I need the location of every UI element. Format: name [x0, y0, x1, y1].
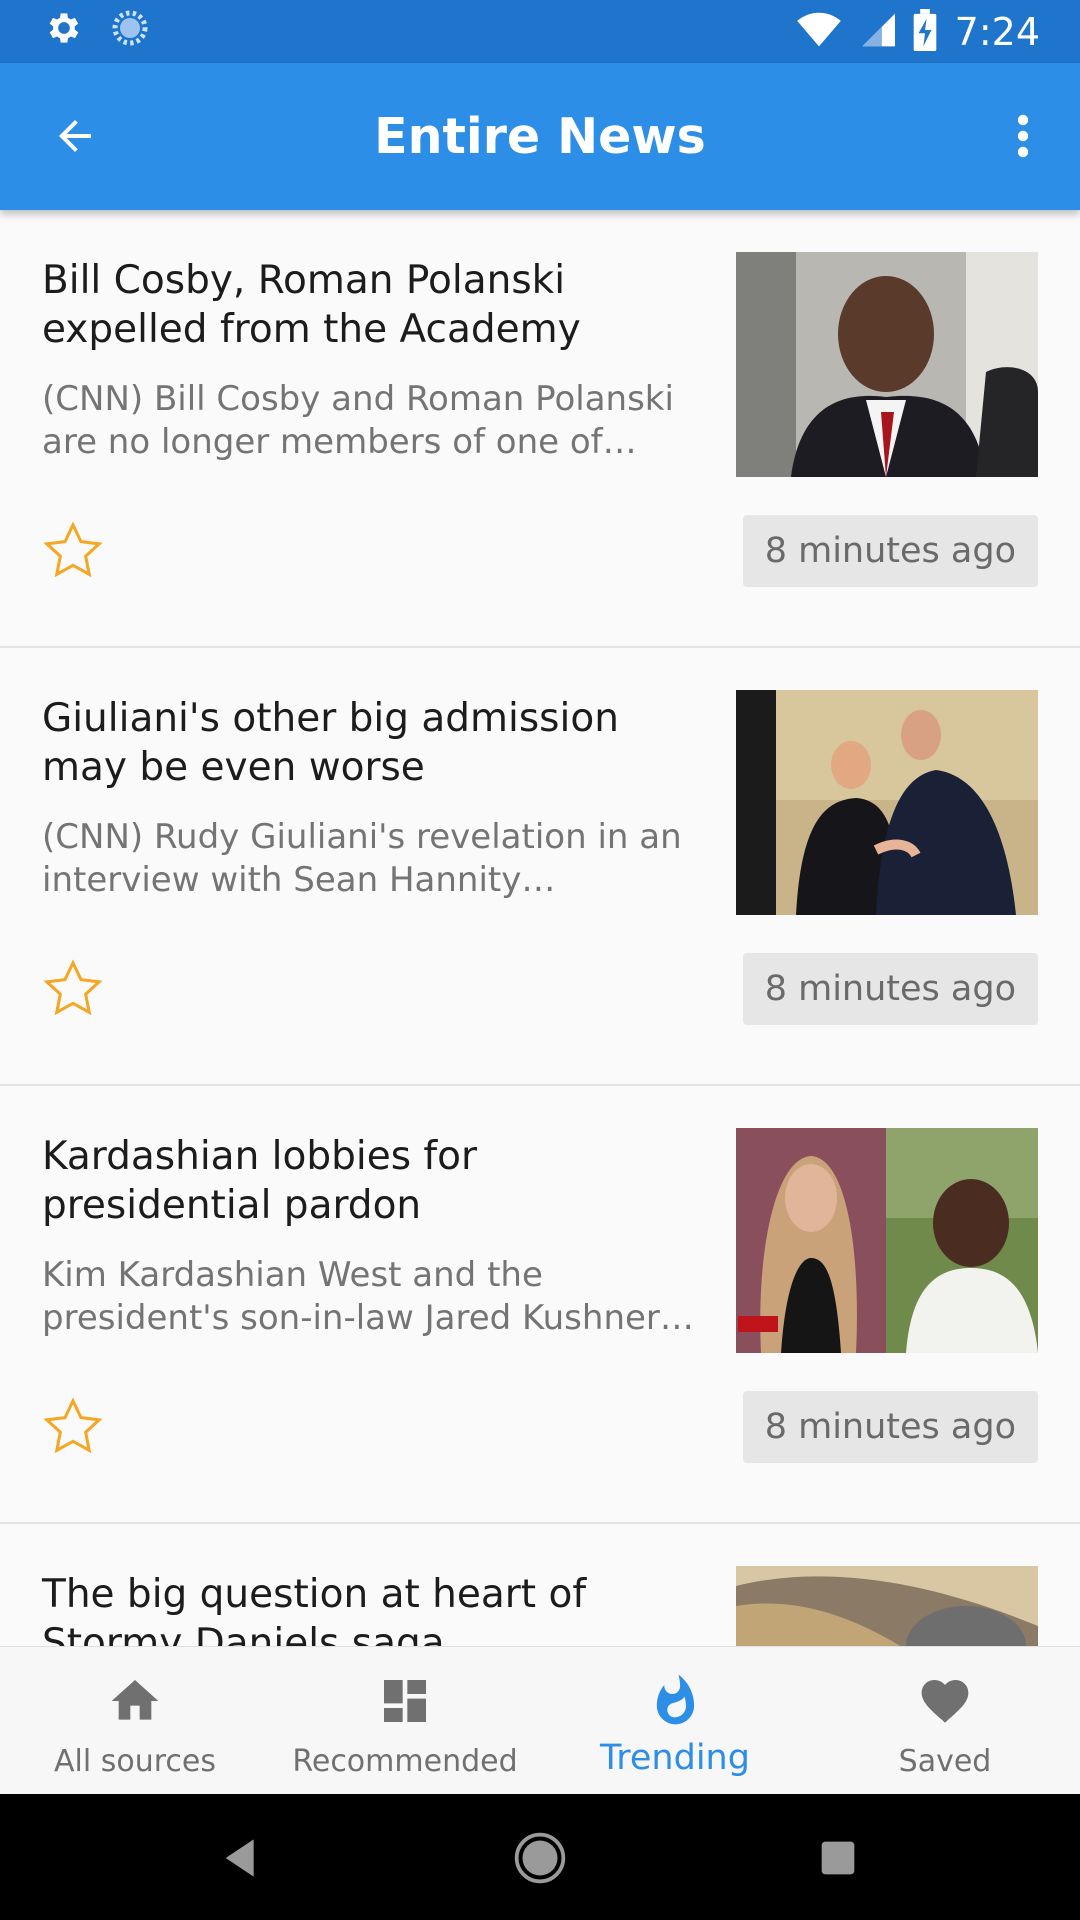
- news-feed[interactable]: Bill Cosby, Roman Polanski expelled from…: [0, 210, 1080, 1646]
- save-star-button[interactable]: [40, 1394, 106, 1460]
- star-outline-icon: [40, 959, 106, 1026]
- article-headline[interactable]: Giuliani's other big admission may be ev…: [42, 694, 702, 792]
- article-summary: (CNN) Bill Cosby and Roman Polanski are …: [42, 379, 674, 462]
- star-outline-icon: [40, 521, 106, 588]
- status-bar: 7:24: [0, 0, 1080, 63]
- article-thumbnail[interactable]: [736, 1128, 1038, 1353]
- article-headline[interactable]: The big question at heart of Stormy Dani…: [42, 1570, 702, 1646]
- bottom-navigation: All sources Recommended Trending Saved: [0, 1646, 1080, 1795]
- nav-label: All sources: [54, 1744, 216, 1779]
- dashboard-icon: [377, 1673, 433, 1729]
- nav-item-recommended[interactable]: Recommended: [270, 1647, 540, 1795]
- more-vert-icon: [1013, 112, 1033, 164]
- star-outline-icon: [40, 1397, 106, 1464]
- article-thumbnail[interactable]: [736, 690, 1038, 915]
- page-title: Entire News: [374, 108, 706, 165]
- system-recents-button[interactable]: [810, 1830, 866, 1886]
- nav-item-all-sources[interactable]: All sources: [0, 1647, 270, 1795]
- nav-label: Trending: [600, 1738, 750, 1778]
- status-time: 7:24: [954, 10, 1040, 54]
- article-card[interactable]: The big question at heart of Stormy Dani…: [0, 1524, 1080, 1646]
- system-back-button[interactable]: [214, 1830, 270, 1886]
- article-card[interactable]: Giuliani's other big admission may be ev…: [0, 648, 1080, 1086]
- save-star-button[interactable]: [40, 518, 106, 584]
- flame-icon: [647, 1673, 703, 1729]
- system-home-button[interactable]: [512, 1830, 568, 1886]
- sync-icon: [110, 8, 150, 52]
- article-summary: Kim Kardashian West and the president's …: [42, 1255, 660, 1338]
- timestamp-badge: 8 minutes ago: [742, 1391, 1038, 1463]
- timestamp-badge: 8 minutes ago: [742, 515, 1038, 587]
- article-headline[interactable]: Bill Cosby, Roman Polanski expelled from…: [42, 256, 702, 354]
- battery-charging-icon: [913, 9, 937, 55]
- home-icon: [107, 1673, 163, 1729]
- signal-icon: [859, 10, 895, 54]
- nav-label: Recommended: [292, 1744, 518, 1779]
- nav-label: Saved: [898, 1744, 992, 1779]
- timestamp-badge: 8 minutes ago: [742, 953, 1038, 1025]
- settings-icon: [44, 8, 84, 52]
- overflow-menu-button[interactable]: [988, 103, 1058, 173]
- article-card[interactable]: Bill Cosby, Roman Polanski expelled from…: [0, 210, 1080, 648]
- square-recents-icon: [810, 1841, 866, 1890]
- nav-item-saved[interactable]: Saved: [810, 1647, 1080, 1795]
- article-headline[interactable]: Kardashian lobbies for presidential pard…: [42, 1132, 702, 1230]
- app-bar: Entire News: [0, 63, 1080, 210]
- save-star-button[interactable]: [40, 956, 106, 1022]
- nav-item-trending[interactable]: Trending: [540, 1647, 810, 1795]
- article-thumbnail[interactable]: [736, 1566, 1038, 1646]
- wifi-icon: [796, 10, 841, 54]
- circle-home-icon: [512, 1832, 568, 1890]
- heart-icon: [917, 1673, 973, 1729]
- system-navigation-bar: [0, 1794, 1080, 1920]
- triangle-back-icon: [214, 1839, 270, 1890]
- article-thumbnail[interactable]: [736, 252, 1038, 477]
- article-summary: (CNN) Rudy Giuliani's revelation in an i…: [42, 817, 682, 900]
- article-card[interactable]: Kardashian lobbies for presidential pard…: [0, 1086, 1080, 1524]
